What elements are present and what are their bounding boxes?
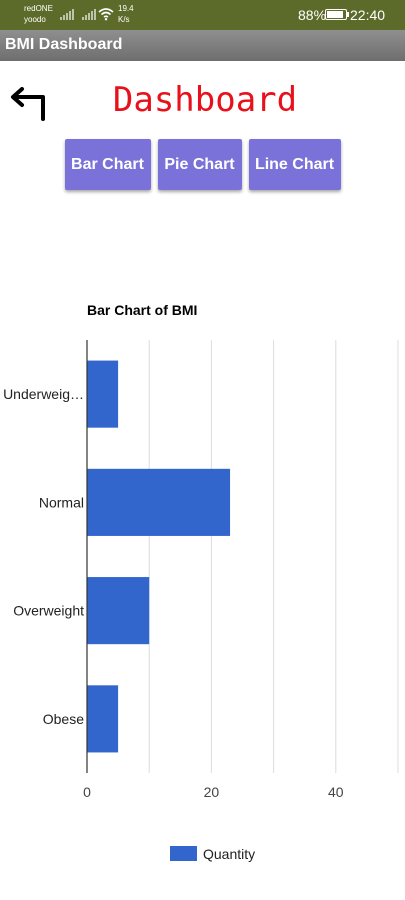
network-speed: 19.4 K/s: [118, 3, 134, 25]
x-tick-label: 0: [83, 784, 91, 800]
clock: 22:40: [350, 7, 386, 23]
bar: [87, 360, 119, 428]
status-bar: redONE yoodo 19.4 K/s 88% 22:40: [0, 0, 405, 30]
carrier-2: yoodo: [24, 15, 46, 24]
category-label: Overweight: [13, 603, 84, 619]
chart-legend: Quantity: [170, 846, 255, 862]
app-title: BMI Dashboard: [5, 36, 123, 53]
category-label: Normal: [39, 494, 84, 510]
legend-swatch: [170, 846, 197, 861]
arrow-back-icon: [11, 87, 45, 121]
legend-label: Quantity: [203, 846, 255, 862]
network-speed-unit: K/s: [118, 15, 130, 24]
back-button[interactable]: [8, 84, 48, 124]
carrier-info: redONE yoodo: [24, 3, 53, 25]
signal-icon: [60, 9, 74, 20]
bar-chart-button[interactable]: Bar Chart: [64, 139, 151, 190]
signal-icon: [82, 9, 96, 20]
app-bar: BMI Dashboard: [0, 30, 405, 61]
network-speed-value: 19.4: [118, 4, 134, 13]
bar: [87, 685, 119, 753]
bar: [87, 577, 150, 645]
carrier-1: redONE: [24, 4, 53, 13]
pie-chart-button[interactable]: Pie Chart: [157, 139, 242, 190]
battery-tip: [347, 12, 349, 17]
category-label: Obese: [43, 711, 84, 727]
battery-level: [327, 11, 343, 18]
wifi-icon: [98, 8, 114, 21]
bmi-bar-chart: Bar Chart of BMI Underweig… Normal Overwei…: [3, 302, 399, 862]
chart-type-tabs: Bar Chart Pie Chart Line Chart: [0, 139, 405, 190]
x-tick-label: 20: [204, 784, 220, 800]
x-tick-label: 40: [328, 784, 344, 800]
chart-title: Bar Chart of BMI: [87, 302, 197, 318]
line-chart-button[interactable]: Line Chart: [248, 139, 341, 190]
page-title: Dashboard: [112, 80, 298, 120]
category-label: Underweig…: [3, 386, 84, 402]
battery-icon: [325, 9, 347, 20]
battery-percent: 88%: [298, 7, 327, 23]
bar: [87, 468, 231, 536]
